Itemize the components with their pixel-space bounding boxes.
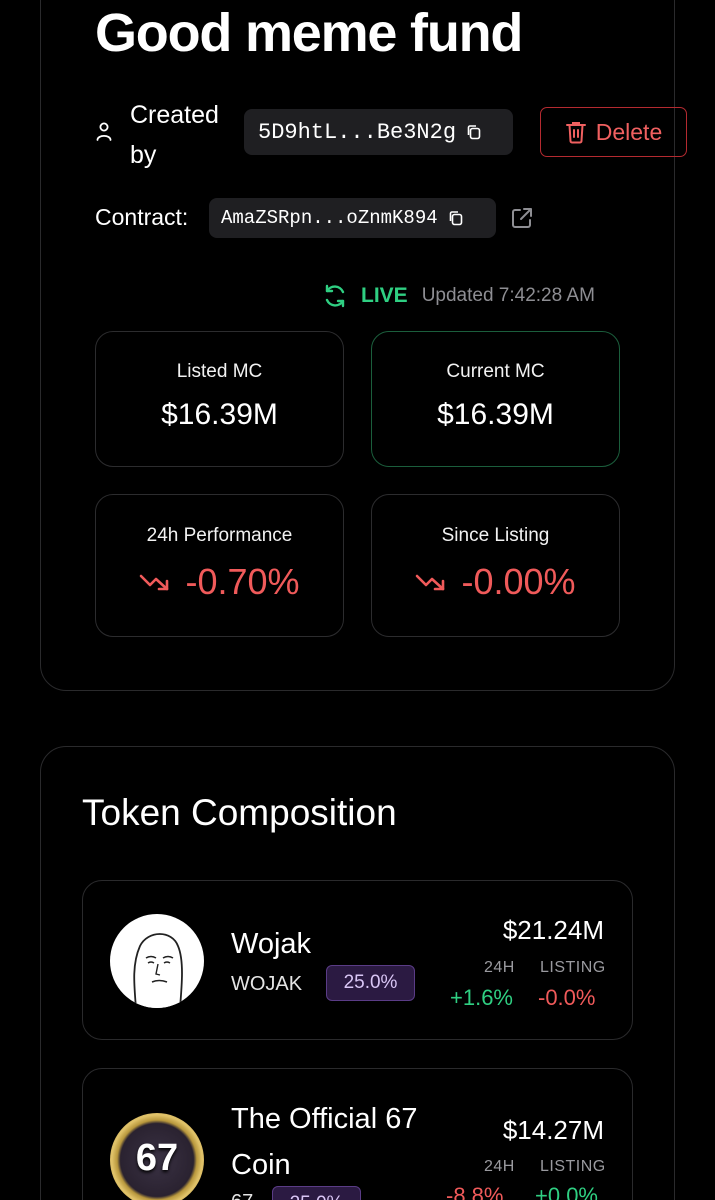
listed-mc-card: Listed MC $16.39M <box>95 331 344 467</box>
change-24h: -8.8% <box>446 1183 504 1200</box>
delete-label: Delete <box>595 118 663 145</box>
copy-icon[interactable] <box>447 209 465 227</box>
weight-badge: 25.0% <box>326 965 415 1001</box>
token-symbol: WOJAK <box>231 973 303 995</box>
creator-address: 5D9htL...Be3N2g <box>258 119 457 145</box>
col-24h-header: 24H <box>484 1158 515 1175</box>
live-badge: LIVE <box>361 284 408 307</box>
token-row-67-coin[interactable]: 67 The Official 67 Coin 67 25.0% $14.27M… <box>82 1068 633 1200</box>
change-24h: +1.6% <box>450 985 513 1010</box>
delete-button[interactable]: Delete <box>540 107 687 157</box>
since-listing-value: -0.00% <box>372 561 619 603</box>
contract-row: Contract: AmaZSRpn...oZnmK894 <box>95 198 655 240</box>
live-status-row: LIVE Updated 7:42:28 AM <box>322 281 595 311</box>
token-market-cap: $21.24M <box>502 915 604 945</box>
since-listing-label: Since Listing <box>441 525 550 546</box>
contract-label: Contract: <box>95 204 189 230</box>
listed-mc-value: $16.39M <box>161 398 278 431</box>
created-by-label: Created by <box>130 101 219 169</box>
token-row-wojak[interactable]: Wojak WOJAK 25.0% $21.24M 24H LISTING +1… <box>82 880 633 1040</box>
current-mc-label: Current MC <box>446 361 545 382</box>
current-mc-value: $16.39M <box>437 398 554 431</box>
col-24h-header: 24H <box>484 959 515 976</box>
creator-address-pill[interactable]: 5D9htL...Be3N2g <box>244 109 513 155</box>
col-listing-header: LISTING <box>540 959 606 976</box>
composition-title: Token Composition <box>82 792 397 833</box>
token-name: Wojak <box>231 928 312 960</box>
contract-address-pill[interactable]: AmaZSRpn...oZnmK894 <box>209 198 496 238</box>
performance-24h-label: 24h Performance <box>146 525 293 546</box>
change-listing: +0.0% <box>535 1183 598 1200</box>
created-by-row: Created by 5D9htL...Be3N2g Delete <box>95 95 695 175</box>
fund-title: Good meme fund <box>95 3 523 63</box>
weight-badge: 25.0% <box>272 1186 361 1200</box>
since-listing-card: Since Listing -0.00% <box>371 494 620 637</box>
col-listing-header: LISTING <box>540 1158 606 1175</box>
current-mc-card: Current MC $16.39M <box>371 331 620 467</box>
updated-timestamp: Updated 7:42:28 AM <box>421 285 595 306</box>
67-coin-avatar: 67 <box>110 1113 204 1200</box>
token-symbol: 67 <box>231 1191 253 1200</box>
wojak-avatar <box>110 914 204 1008</box>
user-icon <box>96 122 112 141</box>
trash-icon <box>565 122 586 144</box>
wojak-face-icon <box>111 915 203 1008</box>
performance-24h-card: 24h Performance -0.70% <box>95 494 344 637</box>
token-name: The Official 67 Coin <box>231 1103 418 1181</box>
67-coin-avatar-text: 67 <box>135 1137 179 1179</box>
change-listing: -0.0% <box>538 985 596 1010</box>
token-market-cap: $14.27M <box>502 1115 604 1145</box>
copy-icon[interactable] <box>465 123 483 141</box>
contract-address: AmaZSRpn...oZnmK894 <box>221 207 438 229</box>
external-link-icon[interactable] <box>510 206 534 230</box>
performance-24h-value: -0.70% <box>96 561 343 603</box>
listed-mc-label: Listed MC <box>176 361 263 382</box>
refresh-icon[interactable] <box>322 283 348 309</box>
trend-down-icon <box>416 574 445 591</box>
trend-down-icon <box>140 574 169 591</box>
